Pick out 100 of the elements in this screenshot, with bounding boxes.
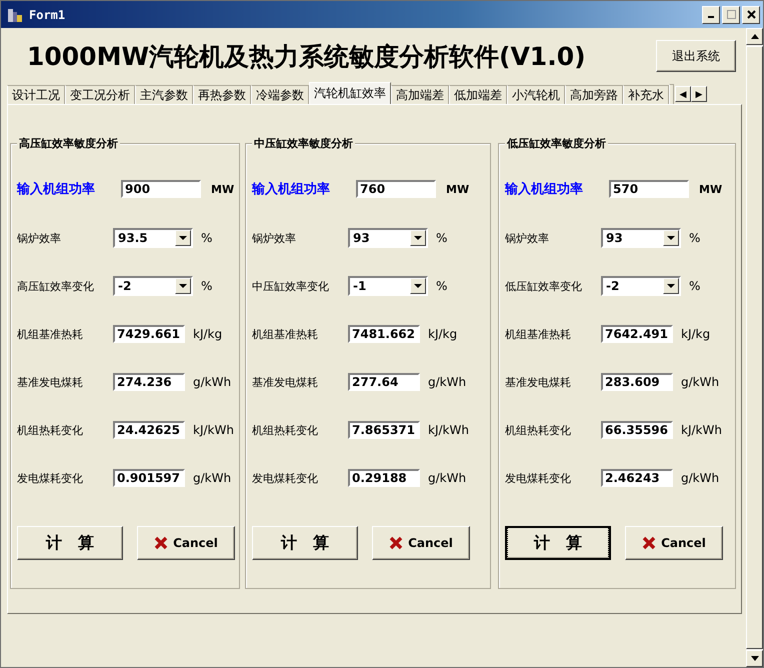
tab[interactable]: 低加端差 — [449, 85, 507, 104]
close-icon — [746, 10, 756, 19]
unit-label: % — [436, 231, 448, 245]
value-field[interactable]: 7642.491 — [601, 325, 673, 343]
value-field[interactable]: 274.236 — [113, 373, 185, 391]
field-label: 锅炉效率 — [505, 230, 550, 246]
power-input[interactable]: 760 — [356, 180, 436, 198]
cross-icon — [389, 536, 404, 550]
dropdown-arrow-icon — [414, 236, 422, 240]
value-field[interactable]: 7481.662 — [348, 325, 420, 343]
calculate-button[interactable]: 计 算 — [17, 526, 123, 560]
unit-label: g/kWh — [428, 471, 466, 485]
field-label: 基准发电煤耗 — [252, 374, 319, 390]
value-field[interactable]: 0.29188 — [348, 469, 420, 487]
value-field[interactable]: 2.46243 — [601, 469, 673, 487]
building-icon — [7, 6, 23, 22]
value-field[interactable]: 0.901597 — [113, 469, 185, 487]
group-title: 高压缸效率敏度分析 — [17, 136, 120, 151]
tab[interactable]: 变工况分析 — [65, 85, 135, 104]
field-label: 锅炉效率 — [252, 230, 297, 246]
power-input[interactable]: 900 — [121, 180, 201, 198]
power-input[interactable]: 570 — [609, 180, 689, 198]
field-label: 机组热耗变化 — [505, 422, 572, 438]
field-label: 锅炉效率 — [17, 230, 62, 246]
field-label: 发电煤耗变化 — [505, 470, 572, 486]
unit-label: g/kWh — [193, 471, 232, 485]
tab[interactable]: 补充水 — [623, 85, 669, 104]
unit-label: % — [689, 231, 700, 245]
tab[interactable]: 小汽轮机 — [507, 85, 565, 104]
scrollbar[interactable] — [746, 28, 763, 667]
dropdown[interactable]: 93.5 — [113, 228, 193, 248]
tab[interactable]: 冷端参数 — [251, 85, 309, 104]
value-field[interactable]: 66.35596 — [601, 421, 673, 439]
minimize-button[interactable] — [702, 6, 720, 24]
field-label: 基准发电煤耗 — [17, 374, 84, 390]
dropdown[interactable]: 93 — [601, 228, 681, 248]
up-arrow-icon — [750, 34, 758, 39]
close-button[interactable] — [742, 6, 760, 24]
unit-label: g/kWh — [681, 471, 720, 485]
unit-label: kJ/kWh — [428, 423, 469, 437]
unit-label: g/kWh — [428, 375, 466, 389]
maximize-icon — [726, 10, 736, 19]
unit-label: kJ/kWh — [193, 423, 234, 437]
value-field[interactable]: 283.609 — [601, 373, 673, 391]
calculate-button[interactable]: 计 算 — [252, 526, 358, 560]
window-title: Form1 — [29, 8, 66, 22]
dropdown[interactable]: -2 — [113, 276, 193, 296]
field-label: 低压缸效率变化 — [505, 278, 583, 294]
maximize-button[interactable] — [722, 6, 740, 24]
tab[interactable]: 高加旁路 — [565, 85, 623, 104]
app-heading: 1000MW汽轮机及热力系统敏度分析软件(V1.0) — [27, 40, 587, 72]
down-arrow-icon — [750, 656, 758, 661]
value-field[interactable]: 24.42625 — [113, 421, 185, 439]
dropdown-arrow-icon — [179, 284, 187, 288]
unit-label: MW — [446, 182, 470, 196]
cancel-button[interactable]: Cancel — [625, 526, 723, 560]
field-label: 机组基准热耗 — [505, 326, 572, 342]
power-label: 输入机组功率 — [505, 180, 584, 198]
group-title: 低压缸效率敏度分析 — [505, 136, 608, 151]
field-label: 高压缸效率变化 — [17, 278, 95, 294]
unit-label: % — [201, 231, 212, 245]
tab-scroll-button[interactable]: ▶ — [691, 86, 707, 102]
tab-scroll-button[interactable]: ◀ — [675, 86, 691, 102]
tab[interactable]: 再热参数 — [193, 85, 251, 104]
value-field[interactable]: 7429.661 — [113, 325, 185, 343]
dropdown-arrow-icon — [667, 284, 675, 288]
dropdown-arrow-icon — [667, 236, 675, 240]
tab[interactable]: 高加端差 — [391, 85, 449, 104]
unit-label: MW — [699, 182, 722, 196]
tab[interactable]: 汽轮机缸效率 — [309, 82, 391, 104]
tab[interactable]: 设计工况 — [7, 85, 65, 104]
dropdown[interactable]: -2 — [601, 276, 681, 296]
unit-label: MW — [211, 182, 234, 196]
unit-label: % — [689, 279, 700, 293]
field-label: 发电煤耗变化 — [17, 470, 84, 486]
unit-label: g/kWh — [193, 375, 232, 389]
group-title: 中压缸效率敏度分析 — [252, 136, 355, 151]
field-label: 机组基准热耗 — [17, 326, 84, 342]
exit-button[interactable]: 退出系统 — [656, 40, 736, 72]
cancel-button[interactable]: Cancel — [137, 526, 235, 560]
unit-label: kJ/kg — [193, 327, 222, 341]
unit-label: % — [201, 279, 212, 293]
unit-label: kJ/kWh — [681, 423, 722, 437]
dropdown-arrow-icon — [414, 284, 422, 288]
dropdown[interactable]: 93 — [348, 228, 428, 248]
field-label: 基准发电煤耗 — [505, 374, 572, 390]
tab[interactable]: 主汽参数 — [135, 85, 193, 104]
field-label: 机组热耗变化 — [252, 422, 319, 438]
dropdown-arrow-icon — [179, 236, 187, 240]
cross-icon — [154, 536, 168, 550]
dropdown[interactable]: -1 — [348, 276, 428, 296]
field-label: 机组基准热耗 — [252, 326, 319, 342]
field-label: 机组热耗变化 — [17, 422, 84, 438]
value-field[interactable]: 7.865371 — [348, 421, 420, 439]
calculate-button[interactable]: 计 算 — [505, 526, 611, 560]
unit-label: % — [436, 279, 448, 293]
cancel-button[interactable]: Cancel — [372, 526, 470, 560]
power-label: 输入机组功率 — [252, 180, 331, 198]
unit-label: kJ/kg — [428, 327, 458, 341]
value-field[interactable]: 277.64 — [348, 373, 420, 391]
